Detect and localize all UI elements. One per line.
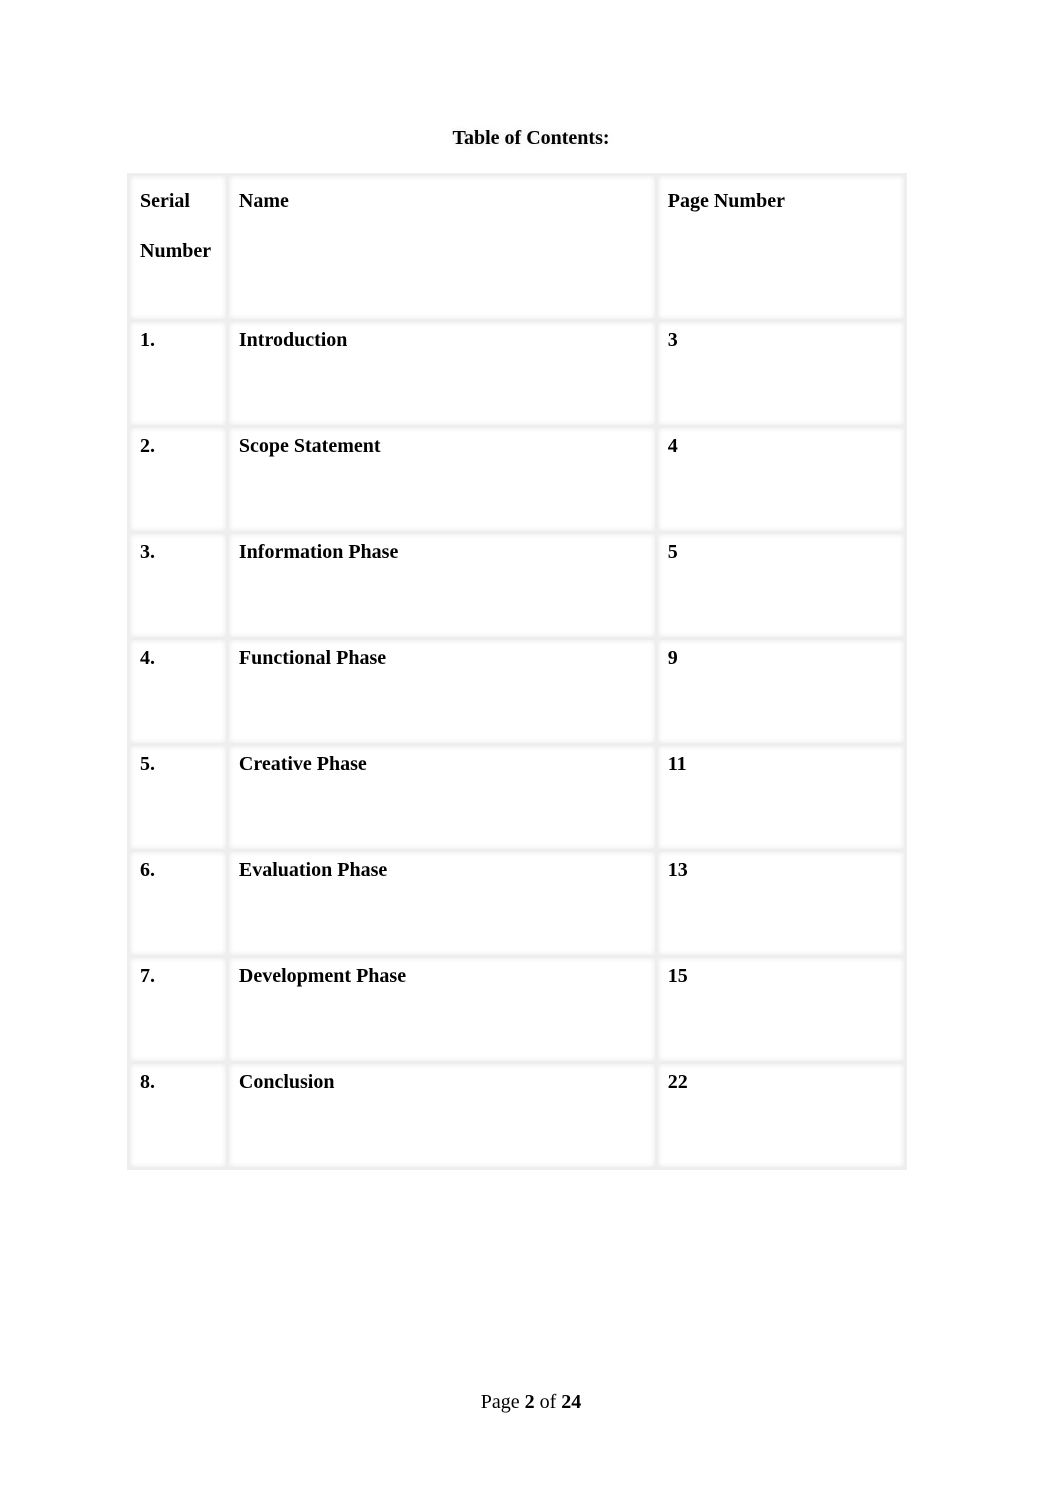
row-serial: 3. bbox=[127, 531, 229, 640]
page-footer: Page 2 of 24 bbox=[0, 1391, 1062, 1414]
toc-row: 3. Information Phase 5 bbox=[127, 531, 908, 640]
toc-row: 8. Conclusion 22 bbox=[127, 1061, 908, 1170]
toc-title-text: Table of Contents: bbox=[452, 127, 610, 149]
toc-header-row: Serial Number Name Page Number bbox=[127, 173, 908, 322]
toc-row: 1. Introduction 3 bbox=[127, 319, 908, 428]
header-page-number: Page Number bbox=[654, 173, 908, 322]
toc-row: 6. Evaluation Phase 13 bbox=[127, 849, 908, 958]
row-name: Creative Phase bbox=[225, 743, 658, 852]
toc-table: Serial Number Name Page Number 1. Introdu… bbox=[127, 173, 908, 1170]
row-name: Conclusion bbox=[225, 1061, 658, 1170]
footer-total-pages: 24 bbox=[561, 1391, 582, 1413]
toc-row: 5. Creative Phase 11 bbox=[127, 743, 908, 852]
row-name: Evaluation Phase bbox=[225, 849, 658, 958]
row-page: 3 bbox=[654, 319, 908, 428]
row-serial: 2. bbox=[127, 425, 229, 534]
toc-row: 2. Scope Statement 4 bbox=[127, 425, 908, 534]
row-page: 9 bbox=[654, 637, 908, 746]
row-page: 11 bbox=[654, 743, 908, 852]
row-serial: 8. bbox=[127, 1061, 229, 1170]
row-page: 22 bbox=[654, 1061, 908, 1170]
row-page: 13 bbox=[654, 849, 908, 958]
row-name: Functional Phase bbox=[225, 637, 658, 746]
row-serial: 4. bbox=[127, 637, 229, 746]
footer-of: of bbox=[539, 1391, 557, 1413]
header-serial-number: Serial Number bbox=[127, 173, 229, 322]
toc-title: Table of Contents: bbox=[0, 127, 1062, 150]
toc-row: 7. Development Phase 15 bbox=[127, 955, 908, 1064]
footer-current-page: 2 bbox=[524, 1391, 535, 1413]
header-serial-line1: Serial bbox=[140, 190, 190, 212]
row-serial: 6. bbox=[127, 849, 229, 958]
row-name: Development Phase bbox=[225, 955, 658, 1064]
header-name: Name bbox=[225, 173, 658, 322]
row-page: 15 bbox=[654, 955, 908, 1064]
row-name: Scope Statement bbox=[225, 425, 658, 534]
row-name: Information Phase bbox=[225, 531, 658, 640]
footer-prefix: Page bbox=[480, 1391, 520, 1413]
row-serial: 7. bbox=[127, 955, 229, 1064]
row-page: 5 bbox=[654, 531, 908, 640]
row-serial: 1. bbox=[127, 319, 229, 428]
header-serial-line2: Number bbox=[140, 240, 212, 262]
row-page: 4 bbox=[654, 425, 908, 534]
row-serial: 5. bbox=[127, 743, 229, 852]
row-name: Introduction bbox=[225, 319, 658, 428]
toc-row: 4. Functional Phase 9 bbox=[127, 637, 908, 746]
